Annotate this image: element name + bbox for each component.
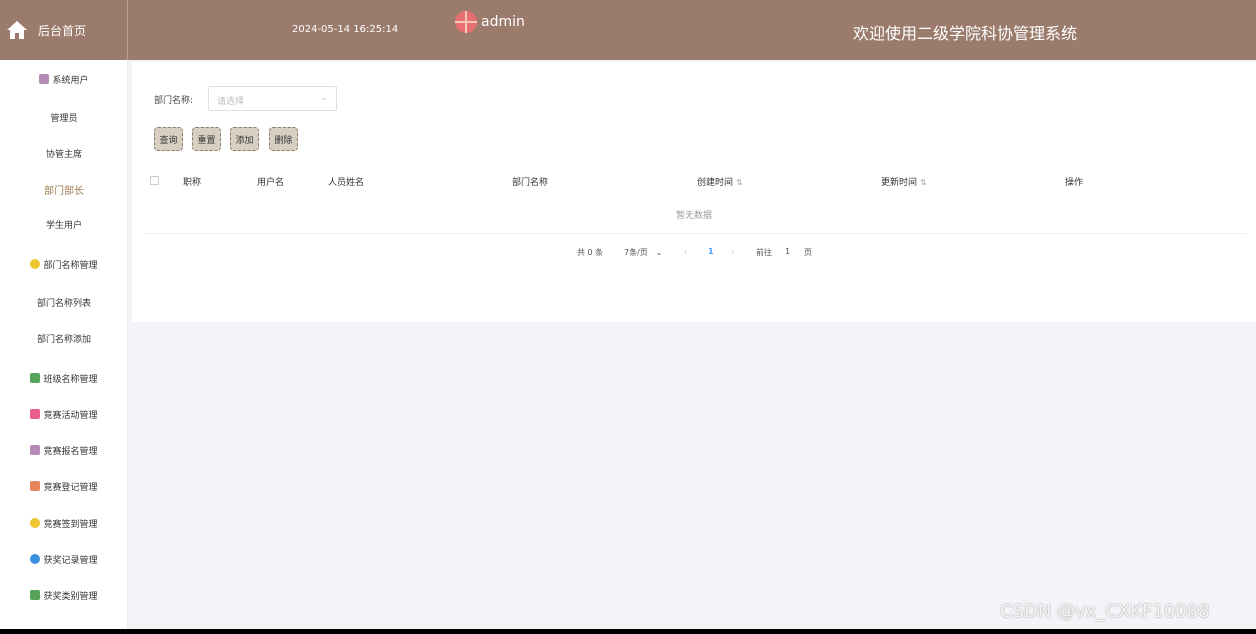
sidebar-item-label: 部门名称添加 xyxy=(36,334,91,345)
current-page-number[interactable]: 1 xyxy=(708,247,714,256)
next-page-icon[interactable]: › xyxy=(731,247,734,256)
select-all-checkbox[interactable] xyxy=(150,176,159,185)
user-info[interactable]: admin xyxy=(455,11,525,33)
sidebar-item-label: 竞赛登记管理 xyxy=(43,482,98,493)
user-group-icon xyxy=(39,74,50,84)
username: admin xyxy=(481,14,525,30)
sidebar-item-label: 部门部长 xyxy=(44,185,84,197)
filter-label: 部门名称: xyxy=(154,96,194,106)
main-content: 部门名称: 请选择 ⌄ 查询 重置 添加 删除 职称 用户名 人员姓名 部门名称… xyxy=(132,62,1256,322)
column-username: 用户名 xyxy=(257,178,285,188)
sidebar-item-system-users[interactable]: 系统用户 xyxy=(0,67,127,91)
sidebar-item-award-category[interactable]: 获奖类别管理 xyxy=(0,583,127,607)
competition-icon xyxy=(30,409,41,419)
column-actions: 操作 xyxy=(1065,178,1084,188)
page-size-select[interactable]: 7条/页 ⌄ xyxy=(624,247,663,258)
table-header: 职称 用户名 人员姓名 部门名称 创建时间 ⇅ 更新时间 ⇅ 操作 xyxy=(144,168,1246,192)
sidebar-item-class-management[interactable]: 班级名称管理 xyxy=(0,366,127,390)
home-link[interactable]: 后台首页 xyxy=(0,0,128,60)
sidebar-item-department-list[interactable]: 部门名称列表 xyxy=(0,290,127,314)
sidebar-item-label: 管理员 xyxy=(50,113,78,124)
award-category-icon xyxy=(30,590,41,600)
sidebar-item-admin[interactable]: 管理员 xyxy=(0,105,127,129)
home-label: 后台首页 xyxy=(38,23,87,38)
sidebar-item-department-add[interactable]: 部门名称添加 xyxy=(0,326,127,350)
avatar xyxy=(455,11,477,33)
delete-button[interactable]: 删除 xyxy=(269,127,298,151)
sidebar-item-label: 部门名称列表 xyxy=(36,298,91,309)
sidebar-item-label: 竞赛报名管理 xyxy=(43,446,98,457)
system-title: 欢迎使用二级学院科协管理系统 xyxy=(853,24,1078,43)
sidebar-item-label: 系统用户 xyxy=(52,75,89,86)
page-suffix: 页 xyxy=(804,248,812,257)
reset-button[interactable]: 重置 xyxy=(192,127,221,151)
sidebar-item-label: 部门名称管理 xyxy=(43,260,98,271)
watermark: CSDN @vx_CXKF10088 xyxy=(1000,601,1210,622)
sidebar-item-label: 学生用户 xyxy=(45,220,82,231)
sidebar-item-label: 协管主席 xyxy=(45,149,82,160)
sidebar-item-competition-register[interactable]: 竞赛登记管理 xyxy=(0,474,127,498)
sidebar-item-student-users[interactable]: 学生用户 xyxy=(0,212,127,236)
column-updated-time[interactable]: 更新时间 ⇅ xyxy=(881,175,927,188)
department-icon xyxy=(30,259,41,269)
empty-table-text: 暂无数据 xyxy=(675,211,712,221)
column-label: 更新时间 xyxy=(881,178,918,188)
top-header: 后台首页 2024-05-14 16:25:14 admin 欢迎使用二级学院科… xyxy=(0,0,1256,60)
sidebar-item-label: 获奖记录管理 xyxy=(43,555,98,566)
select-placeholder: 请选择 xyxy=(217,97,245,107)
column-department-name: 部门名称 xyxy=(512,178,549,188)
department-select[interactable]: 请选择 ⌄ xyxy=(208,86,337,111)
sidebar: 系统用户 管理员 协管主席 部门部长 学生用户 部门名称管理 部门名称列表 部门… xyxy=(0,60,128,634)
home-icon xyxy=(6,19,28,41)
goto-page-input[interactable]: 1 xyxy=(785,247,790,256)
query-button[interactable]: 查询 xyxy=(154,127,183,151)
signup-icon xyxy=(30,445,41,455)
sidebar-item-department-management[interactable]: 部门名称管理 xyxy=(0,252,127,276)
sidebar-item-competition-activity[interactable]: 竞赛活动管理 xyxy=(0,402,127,426)
sidebar-item-award-records[interactable]: 获奖记录管理 xyxy=(0,547,127,571)
sort-icon: ⇅ xyxy=(920,178,927,187)
column-title: 职称 xyxy=(183,178,202,188)
prev-page-icon[interactable]: ‹ xyxy=(684,247,687,256)
table-divider xyxy=(144,233,1246,234)
sidebar-item-competition-signup[interactable]: 竞赛报名管理 xyxy=(0,438,127,462)
award-icon xyxy=(30,554,41,564)
column-label: 创建时间 xyxy=(697,178,734,188)
register-icon xyxy=(30,481,41,491)
class-icon xyxy=(30,373,41,383)
goto-label: 前往 xyxy=(756,248,772,257)
checkin-icon xyxy=(30,518,41,528)
page-size-label: 7条/页 xyxy=(624,248,648,257)
sidebar-item-assistant-chair[interactable]: 协管主席 xyxy=(0,141,127,165)
chevron-down-icon: ⌄ xyxy=(655,248,663,257)
chevron-down-icon: ⌄ xyxy=(320,93,328,103)
sidebar-item-department-head[interactable]: 部门部长 xyxy=(0,177,127,201)
bottom-bar xyxy=(0,629,1256,634)
column-person-name: 人员姓名 xyxy=(328,178,365,188)
add-button[interactable]: 添加 xyxy=(230,127,259,151)
sidebar-item-label: 获奖类别管理 xyxy=(43,591,98,602)
sidebar-item-label: 竞赛签到管理 xyxy=(43,519,98,530)
current-datetime: 2024-05-14 16:25:14 xyxy=(292,24,399,35)
sidebar-item-label: 竞赛活动管理 xyxy=(43,410,98,421)
column-created-time[interactable]: 创建时间 ⇅ xyxy=(697,175,743,188)
sidebar-item-competition-checkin[interactable]: 竞赛签到管理 xyxy=(0,511,127,535)
pagination-total: 共 0 条 xyxy=(577,248,604,257)
sidebar-item-label: 班级名称管理 xyxy=(43,374,98,385)
sort-icon: ⇅ xyxy=(736,178,743,187)
